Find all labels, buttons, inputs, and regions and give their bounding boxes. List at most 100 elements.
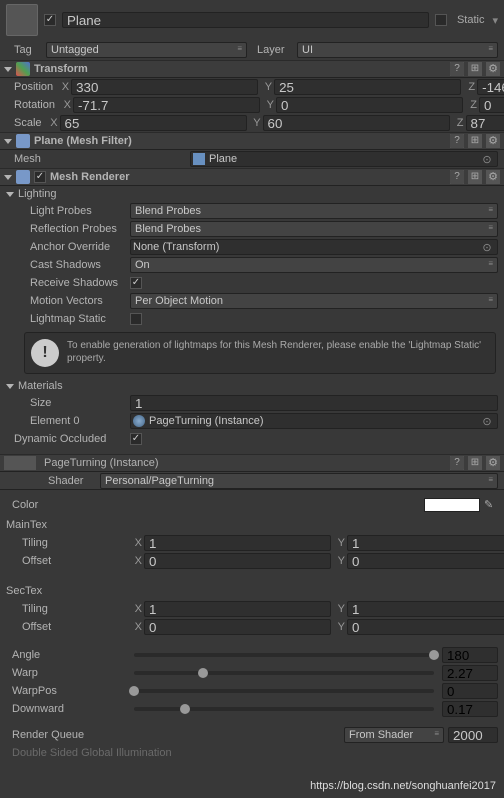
reflectionprobes-dropdown[interactable]: Blend Probes: [130, 221, 498, 237]
z-label: Z: [463, 81, 475, 93]
lightprobes-dropdown[interactable]: Blend Probes: [130, 203, 498, 219]
layer-dropdown[interactable]: UI: [297, 42, 498, 58]
anchoroverride-field[interactable]: None (Transform)⊙: [130, 239, 498, 255]
lightmapstatic-checkbox[interactable]: [130, 313, 142, 325]
angle-slider[interactable]: [134, 653, 434, 657]
gear-icon[interactable]: [486, 62, 500, 76]
meshrenderer-icon: [16, 170, 30, 184]
maintex-label: MainTex: [6, 519, 126, 531]
mesh-asset-icon: [193, 153, 205, 165]
help-icon[interactable]: [450, 62, 464, 76]
motionvectors-dropdown[interactable]: Per Object Motion: [130, 293, 498, 309]
material-asset-icon: [133, 415, 145, 427]
preset-icon[interactable]: [468, 456, 482, 470]
object-picker-icon[interactable]: ⊙: [479, 241, 495, 254]
dynamicoccluded-checkbox[interactable]: [130, 433, 142, 445]
preset-icon[interactable]: [468, 134, 482, 148]
gameobject-name-field[interactable]: [62, 12, 429, 28]
help-icon[interactable]: [450, 170, 464, 184]
warp-value-field[interactable]: [442, 665, 498, 681]
meshrenderer-enable-checkbox[interactable]: [34, 171, 46, 183]
transform-foldout-icon[interactable]: [4, 67, 12, 72]
meshrenderer-foldout-icon[interactable]: [4, 175, 12, 180]
renderqueue-label: Render Queue: [6, 729, 126, 741]
downward-value-field[interactable]: [442, 701, 498, 717]
rotation-x-field[interactable]: [73, 97, 260, 113]
lighting-foldout-icon[interactable]: [6, 192, 14, 197]
sectex-tiling-y[interactable]: [347, 601, 504, 617]
preset-icon[interactable]: [468, 170, 482, 184]
gear-icon[interactable]: [486, 170, 500, 184]
maintex-tiling-y[interactable]: [347, 535, 504, 551]
materials-size-field[interactable]: [130, 395, 498, 411]
maintex-tiling-x[interactable]: [144, 535, 331, 551]
maintex-offset-label: Offset: [6, 555, 126, 567]
receiveshadows-checkbox[interactable]: [130, 277, 142, 289]
position-y-field[interactable]: [274, 79, 461, 95]
sectex-offset-x[interactable]: [144, 619, 331, 635]
renderqueue-value-field[interactable]: [448, 727, 498, 743]
transform-title: Transform: [34, 63, 446, 75]
maintex-tiling-label: Tiling: [6, 537, 126, 549]
warp-label: Warp: [6, 667, 126, 679]
lightmap-info-box: To enable generation of lightmaps for th…: [24, 332, 496, 374]
scale-x-field[interactable]: [60, 115, 247, 131]
eyedropper-icon[interactable]: [484, 498, 498, 512]
rotation-y-field[interactable]: [276, 97, 463, 113]
color-swatch[interactable]: [424, 498, 480, 512]
angle-value-field[interactable]: [442, 647, 498, 663]
castshadows-dropdown[interactable]: On: [130, 257, 498, 273]
slider-thumb-icon[interactable]: [129, 686, 139, 696]
slider-thumb-icon[interactable]: [429, 650, 439, 660]
meshfilter-title: Plane (Mesh Filter): [34, 135, 446, 147]
gameobject-icon: [6, 4, 38, 36]
watermark-text: https://blog.csdn.net/songhuanfei2017: [310, 780, 496, 792]
preset-icon[interactable]: [468, 62, 482, 76]
scale-y-field[interactable]: [263, 115, 450, 131]
lighting-label: Lighting: [18, 188, 57, 200]
renderqueue-dropdown[interactable]: From Shader: [344, 727, 444, 743]
position-x-field[interactable]: [71, 79, 258, 95]
materials-foldout-icon[interactable]: [6, 384, 14, 389]
reflectionprobes-label: Reflection Probes: [6, 223, 126, 235]
sectex-offset-y[interactable]: [347, 619, 504, 635]
static-label: Static: [457, 14, 485, 26]
info-text: To enable generation of lightmaps for th…: [67, 339, 489, 367]
x-label: X: [57, 81, 69, 93]
layer-label: Layer: [251, 44, 293, 56]
maintex-offset-x[interactable]: [144, 553, 331, 569]
warppos-slider[interactable]: [134, 689, 434, 693]
shader-label: Shader: [6, 475, 96, 487]
object-picker-icon[interactable]: ⊙: [479, 415, 495, 428]
sectex-tiling-x[interactable]: [144, 601, 331, 617]
scale-label: Scale: [6, 117, 42, 129]
mesh-object-field[interactable]: Plane ⊙: [190, 151, 498, 167]
gear-icon[interactable]: [486, 134, 500, 148]
element0-field[interactable]: PageTurning (Instance)⊙: [130, 413, 498, 429]
position-z-field[interactable]: [477, 79, 504, 95]
maintex-offset-y[interactable]: [347, 553, 504, 569]
scale-z-field[interactable]: [466, 115, 504, 131]
warp-slider[interactable]: [134, 671, 434, 675]
help-icon[interactable]: [450, 134, 464, 148]
gear-icon[interactable]: [486, 456, 500, 470]
warppos-value-field[interactable]: [442, 683, 498, 699]
active-checkbox[interactable]: [44, 14, 56, 26]
sectex-label: SecTex: [6, 585, 126, 597]
size-label: Size: [6, 397, 126, 409]
tag-label: Tag: [6, 44, 42, 56]
help-icon[interactable]: [450, 456, 464, 470]
downward-slider[interactable]: [134, 707, 434, 711]
slider-thumb-icon[interactable]: [198, 668, 208, 678]
shader-dropdown[interactable]: Personal/PageTurning: [100, 473, 498, 489]
slider-thumb-icon[interactable]: [180, 704, 190, 714]
meshfilter-foldout-icon[interactable]: [4, 139, 12, 144]
static-checkbox[interactable]: [435, 14, 447, 26]
tag-dropdown[interactable]: Untagged: [46, 42, 247, 58]
object-picker-icon[interactable]: ⊙: [479, 153, 495, 166]
material-preview-icon: [4, 456, 36, 470]
rotation-z-field[interactable]: [479, 97, 504, 113]
sectex-offset-label: Offset: [6, 621, 126, 633]
mesh-label: Mesh: [6, 153, 186, 165]
static-dropdown-icon[interactable]: [490, 14, 498, 27]
